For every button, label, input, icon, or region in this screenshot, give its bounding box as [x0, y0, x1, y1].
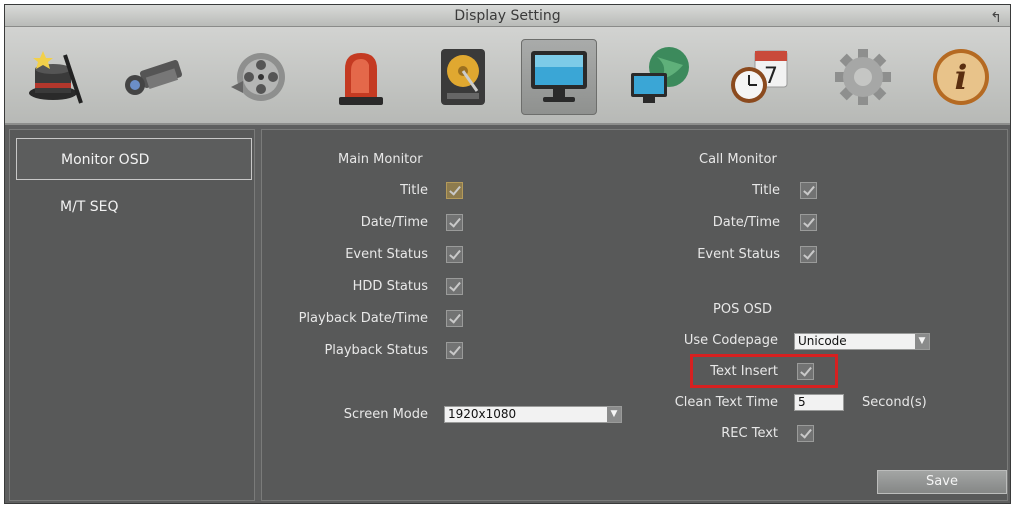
clean-text-time-label: Clean Text Time [674, 395, 778, 410]
sidebar-item-monitor-osd[interactable]: Monitor OSD [16, 138, 252, 180]
main-event-status-label: Event Status [345, 247, 428, 262]
title-bar: Display Setting ↰ [5, 5, 1010, 27]
clean-text-time-unit: Second(s) [862, 395, 927, 410]
main-title-label: Title [400, 183, 428, 198]
screen-mode-value: 1920x1080 [448, 407, 517, 421]
sidebar-item-label: Monitor OSD [61, 152, 150, 168]
call-datetime-label: Date/Time [712, 215, 780, 230]
call-title-label: Title [752, 183, 780, 198]
screen-mode-label: Screen Mode [343, 407, 428, 422]
main-monitor-heading: Main Monitor [338, 152, 423, 167]
codepage-select[interactable]: Unicode ▼ [794, 333, 930, 350]
main-hdd-status-checkbox[interactable] [446, 278, 463, 295]
call-monitor-heading: Call Monitor [699, 152, 777, 167]
monitor-icon[interactable] [521, 39, 597, 115]
main-datetime-checkbox[interactable] [446, 214, 463, 231]
sidebar: Monitor OSD M/T SEQ [9, 129, 255, 501]
camera-icon[interactable] [117, 39, 193, 115]
text-insert-label: Text Insert [710, 364, 778, 379]
display-setting-window: Display Setting ↰ 7 i Monitor OSD M/T SE… [4, 4, 1011, 504]
main-hdd-status-label: HDD Status [352, 279, 428, 294]
sidebar-item-label: M/T SEQ [60, 199, 119, 215]
info-glyph: i [955, 58, 968, 98]
codepage-label: Use Codepage [683, 333, 778, 348]
category-toolbar: 7 i [5, 27, 1010, 125]
gear-icon[interactable] [825, 39, 901, 115]
alarm-light-icon[interactable] [323, 39, 399, 115]
rec-text-checkbox[interactable] [797, 425, 814, 442]
codepage-value: Unicode [798, 334, 847, 348]
film-reel-icon[interactable] [221, 39, 297, 115]
call-datetime-checkbox[interactable] [800, 214, 817, 231]
monitor-osd-panel: Main Monitor Title Date/Time Event Statu… [261, 129, 1008, 501]
main-playback-datetime-checkbox[interactable] [446, 310, 463, 327]
call-event-status-checkbox[interactable] [800, 246, 817, 263]
text-insert-checkbox[interactable] [797, 363, 814, 380]
call-event-status-label: Event Status [697, 247, 780, 262]
network-globe-icon[interactable] [623, 39, 699, 115]
main-datetime-label: Date/Time [360, 215, 428, 230]
back-arrow-icon[interactable]: ↰ [990, 7, 1002, 29]
call-title-checkbox[interactable] [800, 182, 817, 199]
sidebar-item-mt-seq[interactable]: M/T SEQ [16, 186, 252, 228]
window-title: Display Setting [454, 8, 561, 24]
clean-text-time-input[interactable]: 5 [794, 394, 844, 411]
main-title-checkbox[interactable] [446, 182, 463, 199]
chevron-down-icon[interactable]: ▼ [915, 334, 929, 349]
wizard-hat-icon[interactable] [17, 39, 93, 115]
main-playback-status-checkbox[interactable] [446, 342, 463, 359]
hard-drive-icon[interactable] [425, 39, 501, 115]
main-event-status-checkbox[interactable] [446, 246, 463, 263]
pos-osd-heading: POS OSD [713, 302, 772, 317]
save-button[interactable]: Save [877, 470, 1007, 494]
info-icon[interactable]: i [923, 39, 999, 115]
rec-text-label: REC Text [721, 426, 778, 441]
clock-calendar-icon[interactable]: 7 [721, 39, 797, 115]
main-playback-datetime-label: Playback Date/Time [298, 311, 428, 326]
main-playback-status-label: Playback Status [324, 343, 428, 358]
